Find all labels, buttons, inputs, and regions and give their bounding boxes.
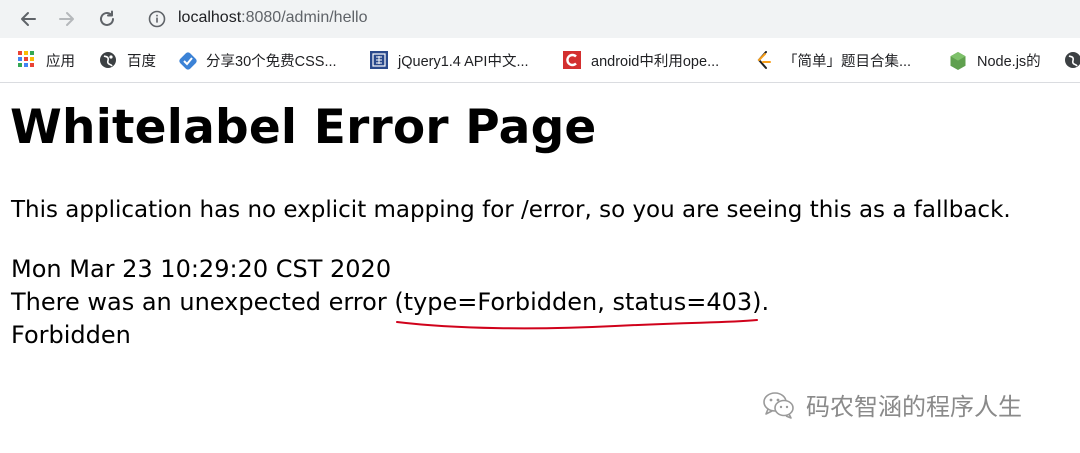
bookmark-android[interactable]: android中利用ope... [563, 48, 719, 72]
bookmark-label: 分享30个免费CSS... [206, 53, 337, 70]
jquery-seal-icon [370, 51, 388, 69]
back-arrow-icon[interactable] [16, 7, 40, 31]
error-detail: Forbidden [11, 321, 131, 349]
bookmarks-bar: 应用 百度 分享30个免费CSS... jQuery1.4 API中文... a… [0, 38, 1080, 83]
url-text[interactable]: localhost:8080/admin/hello [178, 9, 367, 27]
bookmark-label: jQuery1.4 API中文... [398, 53, 529, 70]
bookmark-problems[interactable]: 「简单」题目合集... [755, 48, 911, 72]
bookmark-jquery[interactable]: jQuery1.4 API中文... [370, 48, 529, 72]
error-summary: There was an unexpected error (type=Forb… [11, 288, 770, 316]
apps-grid-icon [18, 51, 36, 69]
globe-icon [99, 51, 117, 69]
error-timestamp: Mon Mar 23 10:29:20 CST 2020 [11, 255, 392, 283]
bookmark-label: 应用 [46, 53, 75, 70]
bookmark-label: 「简单」题目合集... [783, 53, 912, 70]
bookmark-css[interactable]: 分享30个免费CSS... [178, 48, 337, 72]
reload-icon[interactable] [95, 7, 119, 31]
info-icon[interactable] [148, 10, 166, 28]
bookmark-baidu[interactable]: 百度 [99, 48, 156, 72]
blue-diamond-icon [178, 51, 197, 70]
bookmark-label: 百度 [127, 53, 156, 70]
watermark: 码农智涵的程序人生 [762, 387, 1022, 422]
page-title: Whitelabel Error Page [10, 100, 597, 155]
forward-arrow-icon[interactable] [55, 7, 79, 31]
address-bar[interactable]: localhost:8080/admin/hello [138, 3, 1080, 35]
wechat-icon [763, 391, 794, 419]
bookmark-more[interactable] [1064, 48, 1080, 72]
error-message: This application has no explicit mapping… [11, 197, 1011, 223]
bookmark-label: Node.js的 [977, 53, 1041, 70]
url-host: localhost [178, 9, 242, 26]
watermark-text: 码农智涵的程序人生 [806, 393, 1022, 421]
node-hexagon-icon [949, 51, 967, 70]
red-c-icon [563, 51, 581, 69]
bookmark-label: android中利用ope... [591, 53, 720, 70]
bookmark-node[interactable]: Node.js的 [949, 48, 1041, 72]
url-path: :8080/admin/hello [241, 9, 368, 26]
page-content: Whitelabel Error Page This application h… [0, 82, 1080, 453]
leetcode-icon [755, 51, 773, 69]
globe-icon [1064, 51, 1080, 69]
bookmark-apps[interactable]: 应用 [18, 48, 75, 72]
browser-toolbar: localhost:8080/admin/hello [0, 0, 1080, 38]
red-underline-annotation [396, 319, 758, 330]
